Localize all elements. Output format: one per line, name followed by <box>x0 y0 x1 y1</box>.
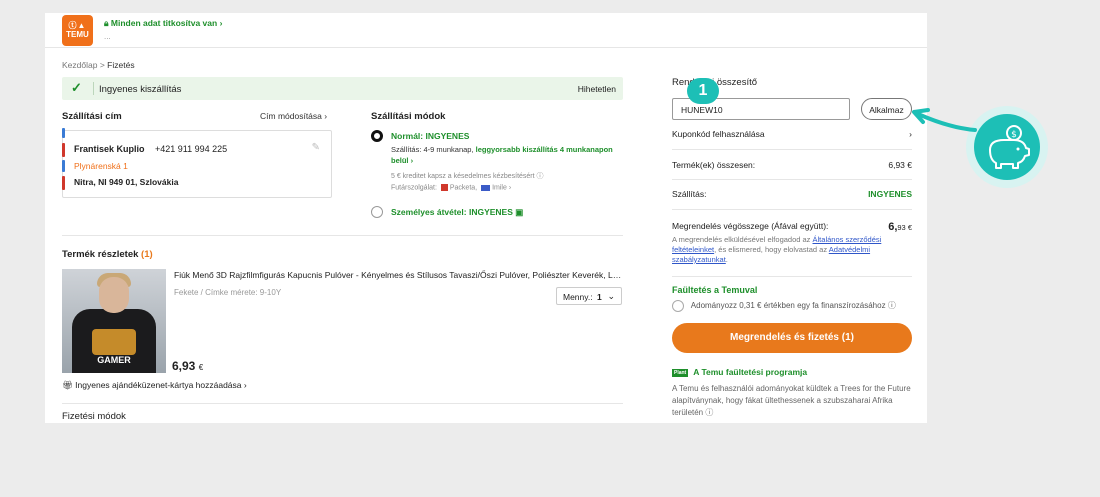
pointer-arrow-icon <box>912 108 977 132</box>
